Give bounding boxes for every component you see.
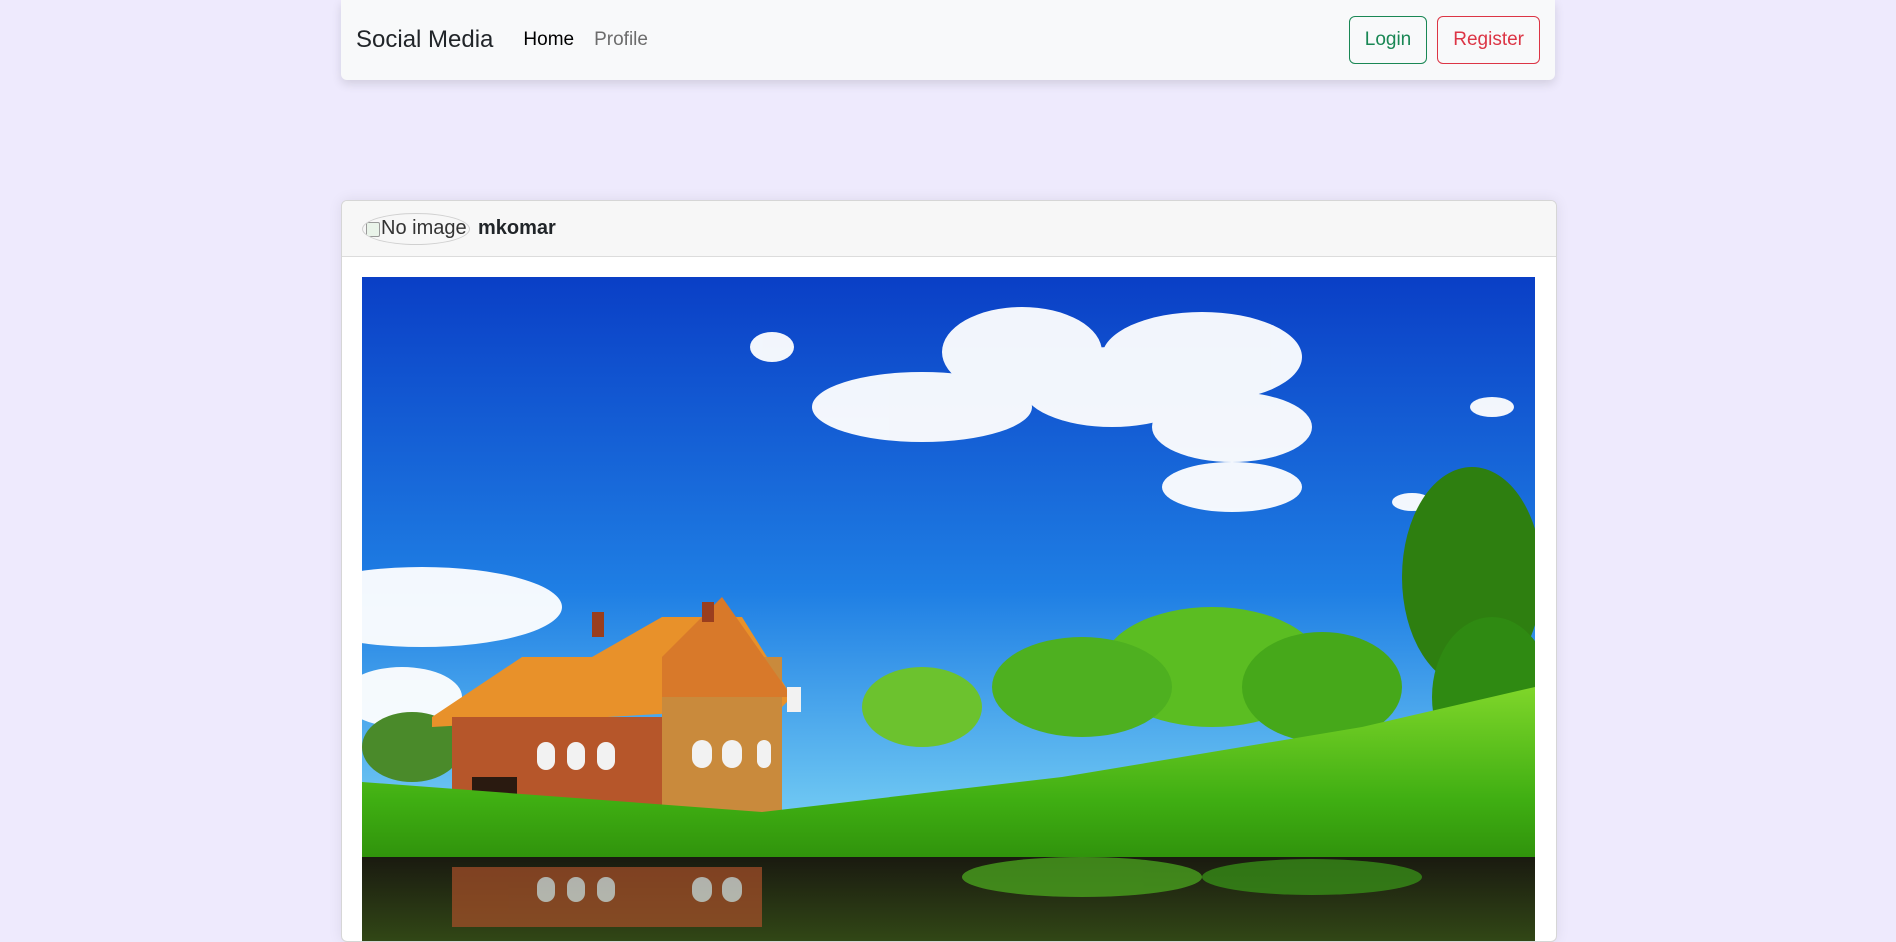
avatar-alt-text: No image: [381, 217, 467, 239]
broken-image-icon: [366, 221, 380, 237]
landscape-photo: [362, 277, 1535, 941]
register-button[interactable]: Register: [1437, 16, 1540, 64]
post-author[interactable]: mkomar: [478, 217, 556, 240]
post-image[interactable]: [362, 277, 1535, 941]
post-header: No image mkomar: [342, 201, 1556, 257]
navbar-brand[interactable]: Social Media: [356, 26, 493, 54]
avatar: No image: [362, 212, 470, 245]
post-card: No image mkomar: [341, 200, 1557, 942]
login-button[interactable]: Login: [1348, 16, 1428, 64]
navbar: Social Media Home Profile Login Register: [341, 0, 1555, 80]
nav-link-home[interactable]: Home: [523, 29, 574, 51]
nav-link-profile[interactable]: Profile: [594, 29, 648, 51]
